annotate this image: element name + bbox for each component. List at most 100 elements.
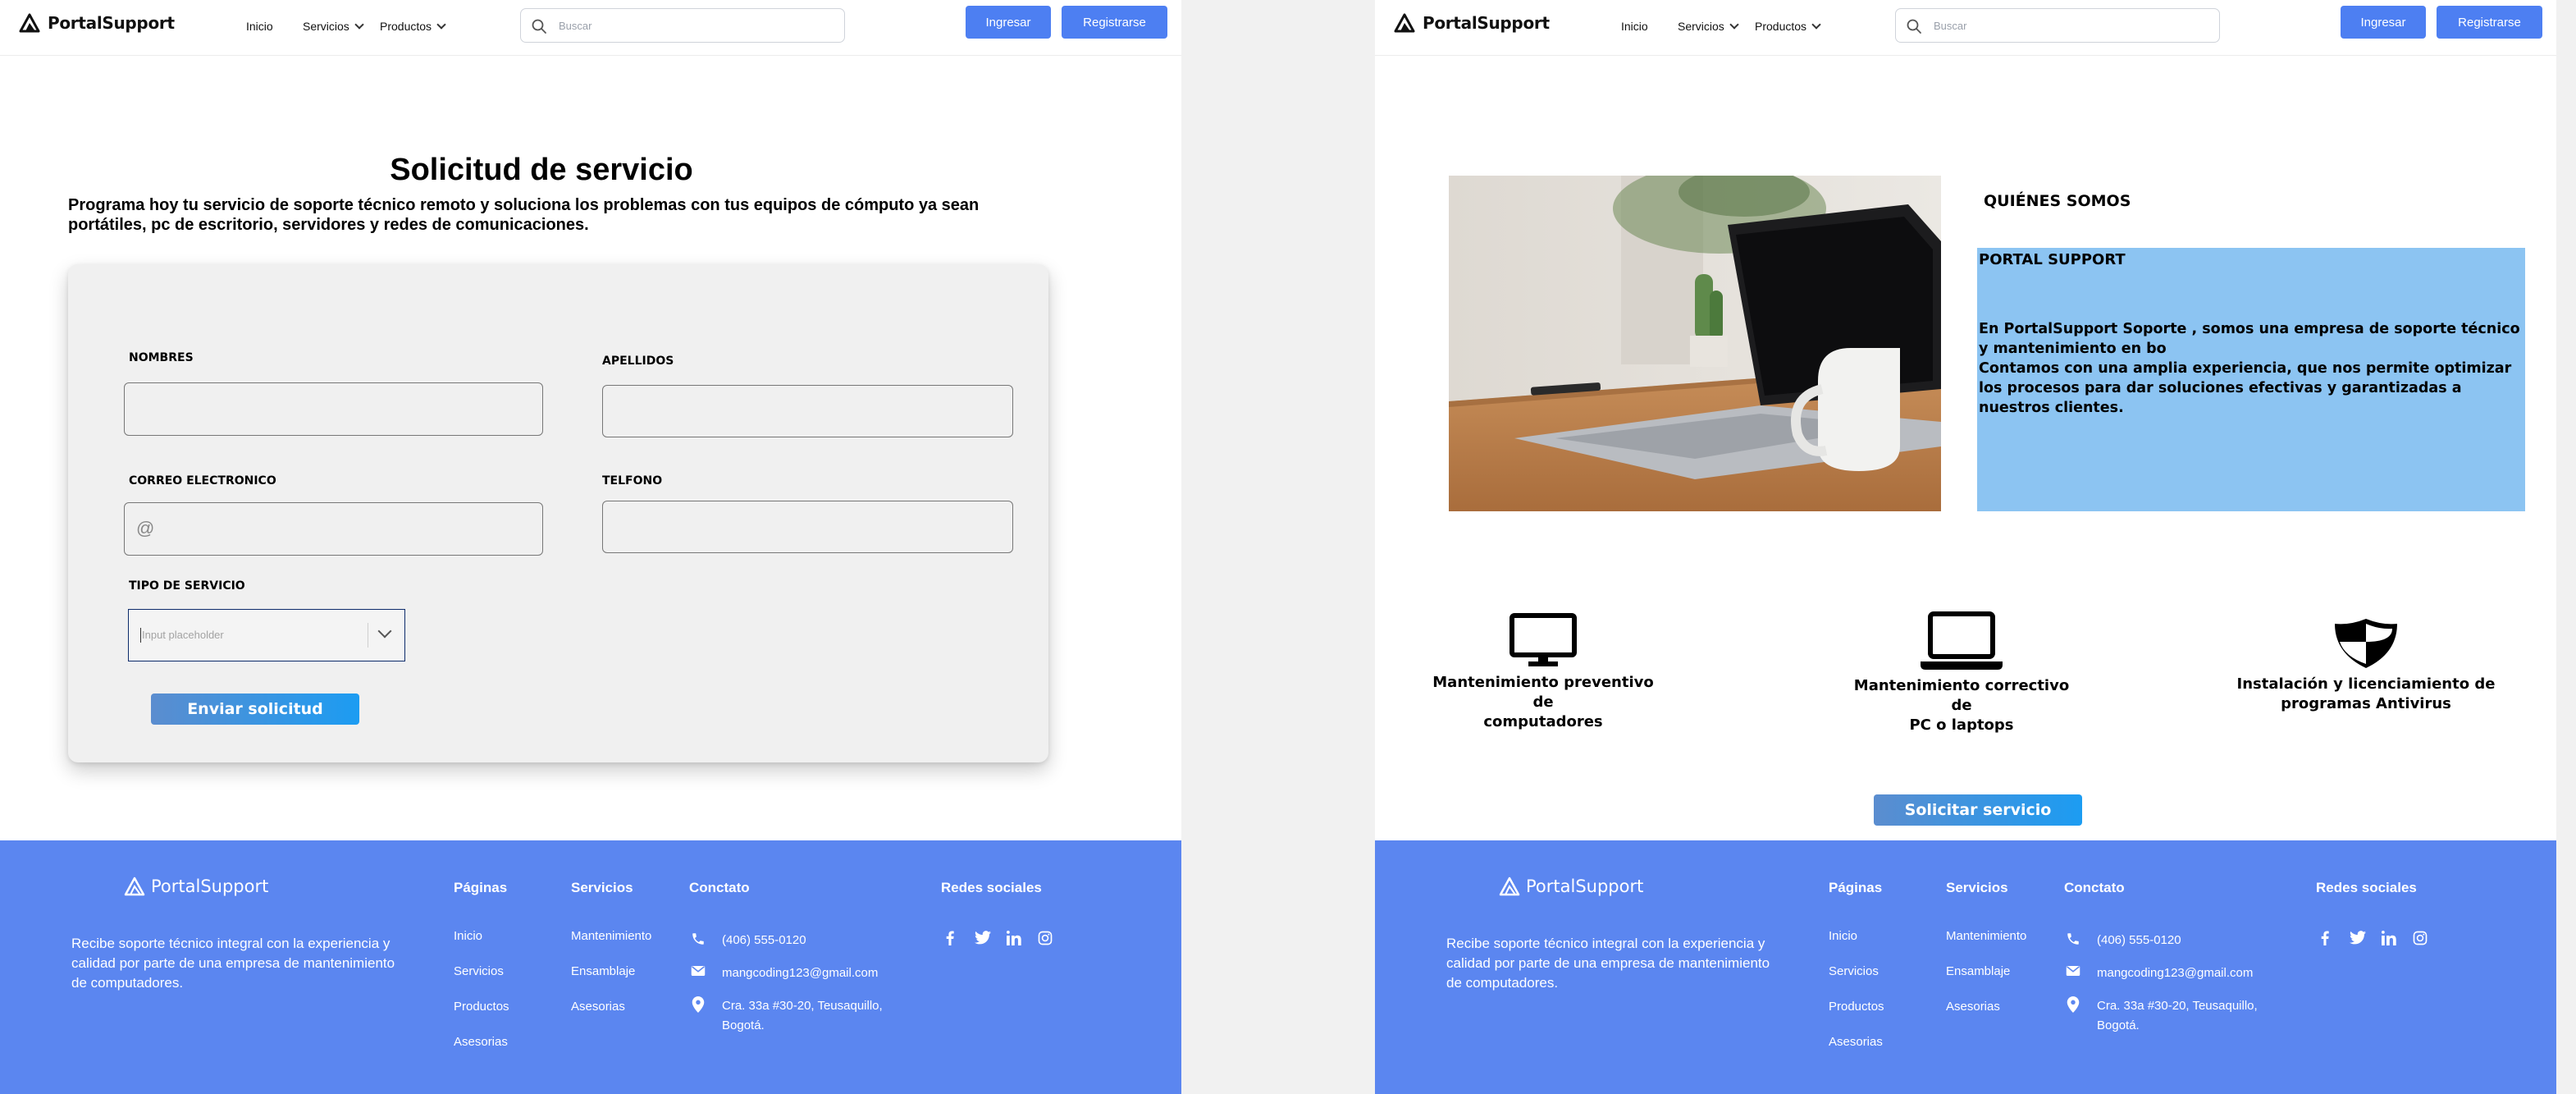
footer-link-services[interactable]: Servicios bbox=[1829, 964, 1879, 978]
submit-request-button[interactable]: Enviar solicitud bbox=[151, 693, 359, 725]
page-subtitle: Programa hoy tu servicio de soporte técn… bbox=[68, 196, 980, 234]
last-name-field[interactable] bbox=[602, 385, 1013, 437]
phone-field[interactable] bbox=[602, 501, 1013, 553]
shield-icon bbox=[2335, 619, 2397, 668]
top-nav: PortalSupport Inicio Servicios Productos… bbox=[0, 0, 1181, 56]
chevron-down-icon bbox=[1729, 20, 1739, 30]
nav-products-menu[interactable]: Productos bbox=[1755, 20, 1821, 33]
login-button[interactable]: Ingresar bbox=[2341, 6, 2426, 39]
search-box[interactable] bbox=[1895, 8, 2220, 43]
footer-link-assembly[interactable]: Ensamblaje bbox=[1946, 964, 2010, 978]
footer-brand-name: PortalSupport bbox=[151, 877, 269, 896]
phone-icon bbox=[692, 933, 704, 945]
linkedin-icon[interactable] bbox=[2382, 931, 2396, 945]
service-1-line1: Mantenimiento preventivo de bbox=[1432, 674, 1654, 711]
nav-products-menu[interactable]: Productos bbox=[380, 20, 446, 33]
footer-social-heading: Redes sociales bbox=[941, 880, 1042, 895]
nav-services-label: Servicios bbox=[303, 20, 349, 33]
footer-address-line1: Cra. 33a #30-20, Teusaquillo, bbox=[2097, 999, 2258, 1013]
facebook-icon[interactable] bbox=[946, 931, 954, 945]
footer-phone[interactable]: (406) 555-0120 bbox=[2097, 931, 2181, 950]
chevron-down-icon bbox=[436, 20, 446, 30]
linkedin-icon[interactable] bbox=[1007, 931, 1021, 945]
register-button[interactable]: Registrarse bbox=[1062, 6, 1167, 39]
first-name-label: NOMBRES bbox=[129, 351, 194, 364]
footer-link-home[interactable]: Inicio bbox=[454, 929, 482, 943]
footer-pages-heading: Páginas bbox=[1829, 880, 1883, 895]
twitter-icon[interactable] bbox=[975, 931, 991, 945]
request-service-button[interactable]: Solicitar servicio bbox=[1874, 794, 2082, 826]
about-heading: QUIÉNES SOMOS bbox=[1984, 192, 2131, 210]
footer-link-advisory-service[interactable]: Asesorias bbox=[571, 1000, 625, 1014]
about-page: PortalSupport Inicio Servicios Productos… bbox=[1375, 0, 2556, 1094]
footer-contact-heading: Conctato bbox=[2064, 880, 2125, 895]
service-type-select[interactable]: Input placeholder bbox=[128, 609, 405, 661]
footer-description: Recibe soporte técnico integral con la e… bbox=[71, 936, 395, 991]
logo-icon bbox=[1499, 877, 1520, 896]
first-name-field[interactable] bbox=[124, 382, 543, 436]
service-2-line1: Mantenimiento correctivo de bbox=[1853, 677, 2070, 714]
footer-logo[interactable]: PortalSupport bbox=[123, 875, 268, 898]
nav-services-label: Servicios bbox=[1678, 20, 1724, 33]
search-icon bbox=[532, 19, 546, 34]
footer-address: Cra. 33a #30-20, Teusaquillo, Bogotá. bbox=[2097, 996, 2258, 1036]
footer-link-maintenance[interactable]: Mantenimiento bbox=[1946, 929, 2026, 943]
nav-home-link[interactable]: Inicio bbox=[1621, 20, 1648, 33]
footer-email[interactable]: mangcoding123@gmail.com bbox=[722, 964, 878, 983]
service-request-page: PortalSupport Inicio Servicios Productos… bbox=[0, 0, 1181, 1094]
chevron-down-icon[interactable] bbox=[377, 624, 392, 639]
search-box[interactable] bbox=[520, 8, 845, 43]
service-type-label: TIPO DE SERVICIO bbox=[129, 579, 245, 593]
about-paragraph-2: Contamos con una amplia experiencia, que… bbox=[1979, 360, 2512, 416]
brand-name: PortalSupport bbox=[1423, 13, 1550, 33]
top-nav: PortalSupport Inicio Servicios Productos… bbox=[1375, 0, 2556, 56]
footer-link-products[interactable]: Productos bbox=[1829, 1000, 1884, 1014]
twitter-icon[interactable] bbox=[2350, 931, 2366, 945]
footer-link-home[interactable]: Inicio bbox=[1829, 929, 1857, 943]
footer-link-maintenance[interactable]: Mantenimiento bbox=[571, 929, 651, 943]
footer-link-assembly[interactable]: Ensamblaje bbox=[571, 964, 635, 978]
footer: PortalSupport Recibe soporte técnico int… bbox=[0, 840, 1181, 1094]
nav-services-menu[interactable]: Servicios bbox=[1678, 20, 1739, 33]
facebook-icon[interactable] bbox=[2321, 931, 2329, 945]
footer-logo[interactable]: PortalSupport bbox=[1498, 875, 1643, 898]
instagram-icon[interactable] bbox=[1038, 931, 1053, 945]
footer-contact-heading: Conctato bbox=[689, 880, 750, 895]
mail-icon bbox=[2066, 966, 2080, 976]
footer-link-products[interactable]: Productos bbox=[454, 1000, 509, 1014]
footer-services-heading: Servicios bbox=[571, 880, 633, 895]
text-cursor bbox=[140, 628, 141, 643]
footer-link-advisory[interactable]: Asesorias bbox=[454, 1035, 508, 1049]
location-pin-icon bbox=[2067, 996, 2080, 1013]
about-paragraph-1: En PortalSupport Soporte , somos una emp… bbox=[1979, 321, 2520, 357]
service-preventive-maintenance: Mantenimiento preventivo de computadores bbox=[1432, 612, 1654, 732]
footer-address-line1: Cra. 33a #30-20, Teusaquillo, bbox=[722, 999, 883, 1013]
footer-link-services[interactable]: Servicios bbox=[454, 964, 504, 978]
chevron-down-icon bbox=[354, 20, 364, 30]
nav-services-menu[interactable]: Servicios bbox=[303, 20, 364, 33]
footer-phone[interactable]: (406) 555-0120 bbox=[722, 931, 806, 950]
service-request-form: NOMBRES APELLIDOS CORREO ELECTRONICO @ T… bbox=[68, 264, 1048, 762]
search-input[interactable] bbox=[559, 17, 829, 34]
service-3-line1: Instalación y licenciamiento de bbox=[2236, 675, 2496, 693]
email-field[interactable]: @ bbox=[124, 502, 543, 556]
instagram-icon[interactable] bbox=[2413, 931, 2428, 945]
brand-logo[interactable]: PortalSupport bbox=[18, 11, 175, 34]
last-name-label: APELLIDOS bbox=[602, 355, 674, 368]
service-antivirus: Instalación y licenciamiento de programa… bbox=[2235, 617, 2497, 714]
footer-address: Cra. 33a #30-20, Teusaquillo, Bogotá. bbox=[722, 996, 883, 1036]
footer-link-advisory[interactable]: Asesorias bbox=[1829, 1035, 1883, 1049]
search-input[interactable] bbox=[1934, 17, 2204, 34]
register-button[interactable]: Registrarse bbox=[2437, 6, 2542, 39]
footer-services-heading: Servicios bbox=[1946, 880, 2008, 895]
login-button[interactable]: Ingresar bbox=[966, 6, 1051, 39]
footer-link-advisory-service[interactable]: Asesorias bbox=[1946, 1000, 2000, 1014]
footer-email[interactable]: mangcoding123@gmail.com bbox=[2097, 964, 2253, 983]
chevron-down-icon bbox=[1811, 20, 1821, 30]
page-title: Solicitud de servicio bbox=[390, 153, 693, 187]
nav-home-link[interactable]: Inicio bbox=[246, 20, 273, 33]
footer-social-heading: Redes sociales bbox=[2316, 880, 2417, 895]
brand-logo[interactable]: PortalSupport bbox=[1393, 11, 1550, 34]
monitor-icon bbox=[1510, 613, 1577, 666]
phone-icon bbox=[2067, 933, 2079, 945]
